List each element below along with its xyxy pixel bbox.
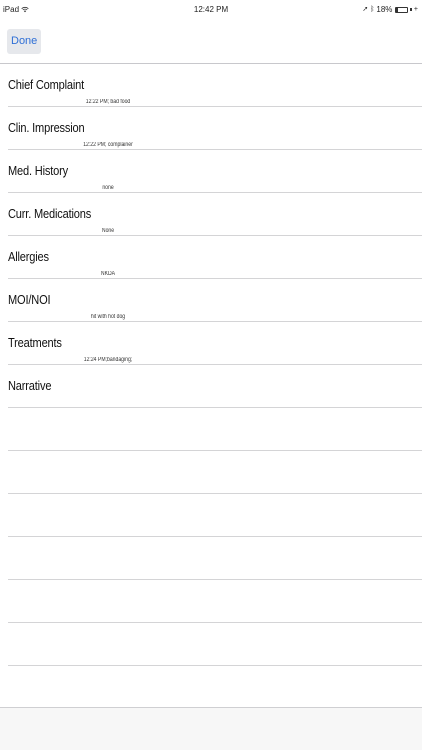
done-button[interactable]: Done (7, 29, 42, 54)
form-row-label: Treatments (8, 335, 62, 350)
battery-percent: 18% (376, 5, 393, 14)
form-row[interactable]: Narrative (8, 365, 422, 408)
form-row-value: None (101, 228, 115, 234)
app-screen: iPad 12:42 PM ➚ ᛒ 18% + Done Chief Compl… (0, 0, 422, 750)
charging-plus-icon: + (413, 6, 418, 13)
form-row[interactable]: Treatments 12:24 PM;bandaging; (8, 322, 422, 365)
form-row[interactable] (8, 666, 422, 709)
form-row[interactable] (8, 580, 422, 623)
form-row-label: Clin. Impression (8, 120, 85, 135)
bluetooth-icon: ᛒ (370, 6, 375, 13)
form-row[interactable]: Curr. Medications None (8, 193, 422, 236)
form-row-label: Curr. Medications (8, 206, 92, 221)
form-row-value: NKDA (100, 271, 116, 277)
form-row[interactable]: Allergies NKDA (8, 236, 422, 279)
form-row-label: MOI/NOI (8, 292, 51, 307)
status-time: 12:42 PM (193, 5, 229, 14)
form-row-value: 12:24 PM;bandaging; (83, 357, 133, 363)
form-row[interactable] (8, 408, 422, 451)
form-row[interactable]: Clin. Impression 12:22 PM; complainer (8, 107, 422, 150)
form-list: Chief Complaint 12:22 PM; bad food Clin. I… (0, 64, 422, 709)
navigation-bar: Done (0, 20, 422, 64)
form-row[interactable]: Chief Complaint 12:22 PM; bad food (8, 64, 422, 107)
bottom-toolbar (0, 707, 422, 750)
form-row-value: 12:22 PM; bad food (85, 99, 131, 105)
form-row-label: Chief Complaint (8, 77, 85, 92)
form-row-value: 12:22 PM; complainer (83, 142, 133, 148)
form-row[interactable] (8, 537, 422, 580)
form-row-value: none (102, 185, 114, 191)
battery-icon (395, 6, 409, 13)
form-row[interactable]: MOI/NOI hit with hot dog (8, 279, 422, 322)
form-row[interactable] (8, 494, 422, 537)
battery-fill (396, 7, 399, 12)
form-row-value: hit with hot dog (90, 314, 126, 320)
status-bar: iPad 12:42 PM ➚ ᛒ 18% + (0, 0, 422, 20)
form-row-label: Med. History (8, 163, 68, 178)
status-right: ➚ ᛒ 18% + (362, 5, 418, 14)
battery-cap (410, 8, 412, 11)
form-row[interactable]: Med. History none (8, 150, 422, 193)
form-row[interactable] (8, 623, 422, 666)
form-row[interactable] (8, 451, 422, 494)
form-row-label: Narrative (8, 378, 52, 393)
location-arrow-icon: ➚ (362, 6, 369, 13)
form-row-label: Allergies (8, 249, 49, 264)
